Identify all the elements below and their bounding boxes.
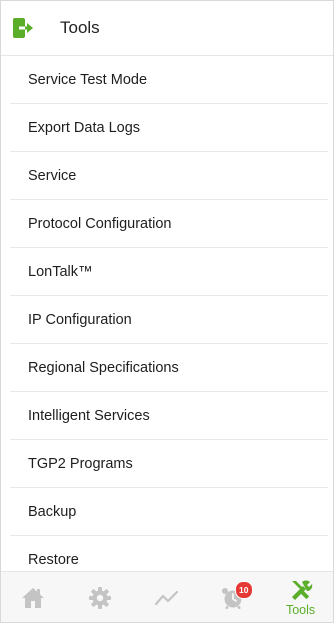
menu-item-label: Export Data Logs bbox=[28, 119, 141, 136]
menu-item-regional-specifications[interactable]: Regional Specifications bbox=[10, 344, 328, 392]
menu-item-label: Service bbox=[28, 167, 77, 184]
menu-item-intelligent-services[interactable]: Intelligent Services bbox=[10, 392, 328, 440]
menu-item-tgp2-programs[interactable]: TGP2 Programs bbox=[10, 440, 328, 488]
trend-icon bbox=[154, 590, 179, 605]
alarm-count-badge: 10 bbox=[234, 580, 253, 599]
tab-alarms[interactable]: 10 bbox=[200, 572, 267, 623]
menu-item-service[interactable]: Service bbox=[10, 152, 328, 200]
menu-item-ip-configuration[interactable]: IP Configuration bbox=[10, 296, 328, 344]
menu-item-label: Service Test Mode bbox=[28, 71, 148, 88]
menu-item-label: Protocol Configuration bbox=[28, 215, 172, 232]
menu-item-label: Intelligent Services bbox=[28, 407, 150, 424]
exit-arrow-icon[interactable] bbox=[13, 17, 35, 39]
page-title: Tools bbox=[60, 17, 100, 37]
menu-item-label: Restore bbox=[28, 552, 79, 568]
tab-trends[interactable] bbox=[134, 572, 201, 623]
bottom-tab-bar: 10 Tools bbox=[0, 571, 334, 623]
menu-item-label: Regional Specifications bbox=[28, 359, 179, 376]
menu-item-protocol-configuration[interactable]: Protocol Configuration bbox=[10, 200, 328, 248]
tools-icon bbox=[291, 580, 312, 600]
tab-settings[interactable] bbox=[67, 572, 134, 623]
tab-tools-label: Tools bbox=[285, 602, 316, 617]
home-icon bbox=[22, 587, 45, 608]
menu-item-label: Backup bbox=[28, 503, 77, 520]
tab-tools[interactable]: Tools bbox=[267, 572, 334, 623]
menu-item-label: TGP2 Programs bbox=[28, 455, 133, 472]
tools-menu: Service Test Mode Export Data Logs Servi… bbox=[0, 56, 334, 571]
menu-item-lontalk[interactable]: LonTalk™ bbox=[10, 248, 328, 296]
menu-item-backup[interactable]: Backup bbox=[10, 488, 328, 536]
menu-item-label: IP Configuration bbox=[28, 311, 132, 328]
menu-item-export-data-logs[interactable]: Export Data Logs bbox=[10, 104, 328, 152]
menu-item-restore[interactable]: Restore bbox=[10, 536, 328, 571]
menu-item-service-test-mode[interactable]: Service Test Mode bbox=[10, 56, 328, 104]
tools-screen: Tools Service Test Mode Export Data Logs… bbox=[0, 0, 334, 623]
gear-icon bbox=[89, 586, 112, 609]
header-bar: Tools bbox=[0, 0, 334, 56]
menu-item-label: LonTalk™ bbox=[28, 263, 93, 280]
tab-home[interactable] bbox=[0, 572, 67, 623]
